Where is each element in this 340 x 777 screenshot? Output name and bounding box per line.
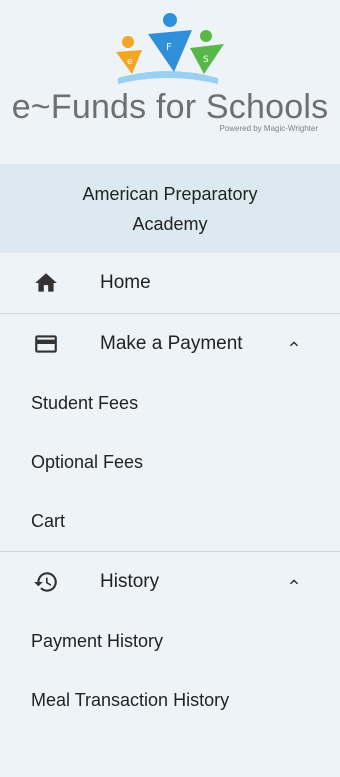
logo[interactable]: e F S e~Funds for Schools Powered by Mag… xyxy=(0,0,340,164)
nav-history-label: History xyxy=(100,571,160,592)
sidebar-item-student-fees[interactable]: Student Fees xyxy=(0,374,340,433)
history-icon xyxy=(34,572,57,592)
sidebar-item-payment-history[interactable]: Payment History xyxy=(0,612,340,671)
school-name-banner: American Preparatory Academy xyxy=(0,164,340,253)
school-name: American Preparatory Academy xyxy=(82,183,258,234)
nav-make-payment-label: Make a Payment xyxy=(100,333,243,354)
efs-logo-graphic: e F S xyxy=(116,13,224,84)
home-icon xyxy=(35,273,57,292)
sidebar-item-meal-transaction-history[interactable]: Meal Transaction History xyxy=(0,671,340,730)
logo-letter-f: F xyxy=(166,42,172,53)
chevron-up-icon[interactable] xyxy=(286,574,302,590)
chevron-up-icon[interactable] xyxy=(286,336,302,352)
logo-letter-s: S xyxy=(203,55,209,65)
logo-title: e~Funds for Schools xyxy=(11,88,329,126)
nav-home[interactable]: Home xyxy=(0,253,340,313)
logo-letter-e: e xyxy=(127,57,133,67)
credit-card-icon xyxy=(35,335,57,353)
sidebar-item-optional-fees[interactable]: Optional Fees xyxy=(0,433,340,492)
nav-history[interactable]: History xyxy=(0,552,340,612)
nav-home-label: Home xyxy=(100,272,151,293)
sidebar-item-cart[interactable]: Cart xyxy=(0,492,340,551)
nav-make-payment[interactable]: Make a Payment xyxy=(0,314,340,374)
logo-tagline: Powered by Magic-Wrighter xyxy=(219,124,318,133)
sidebar: e F S e~Funds for Schools Powered by Mag… xyxy=(0,0,340,777)
